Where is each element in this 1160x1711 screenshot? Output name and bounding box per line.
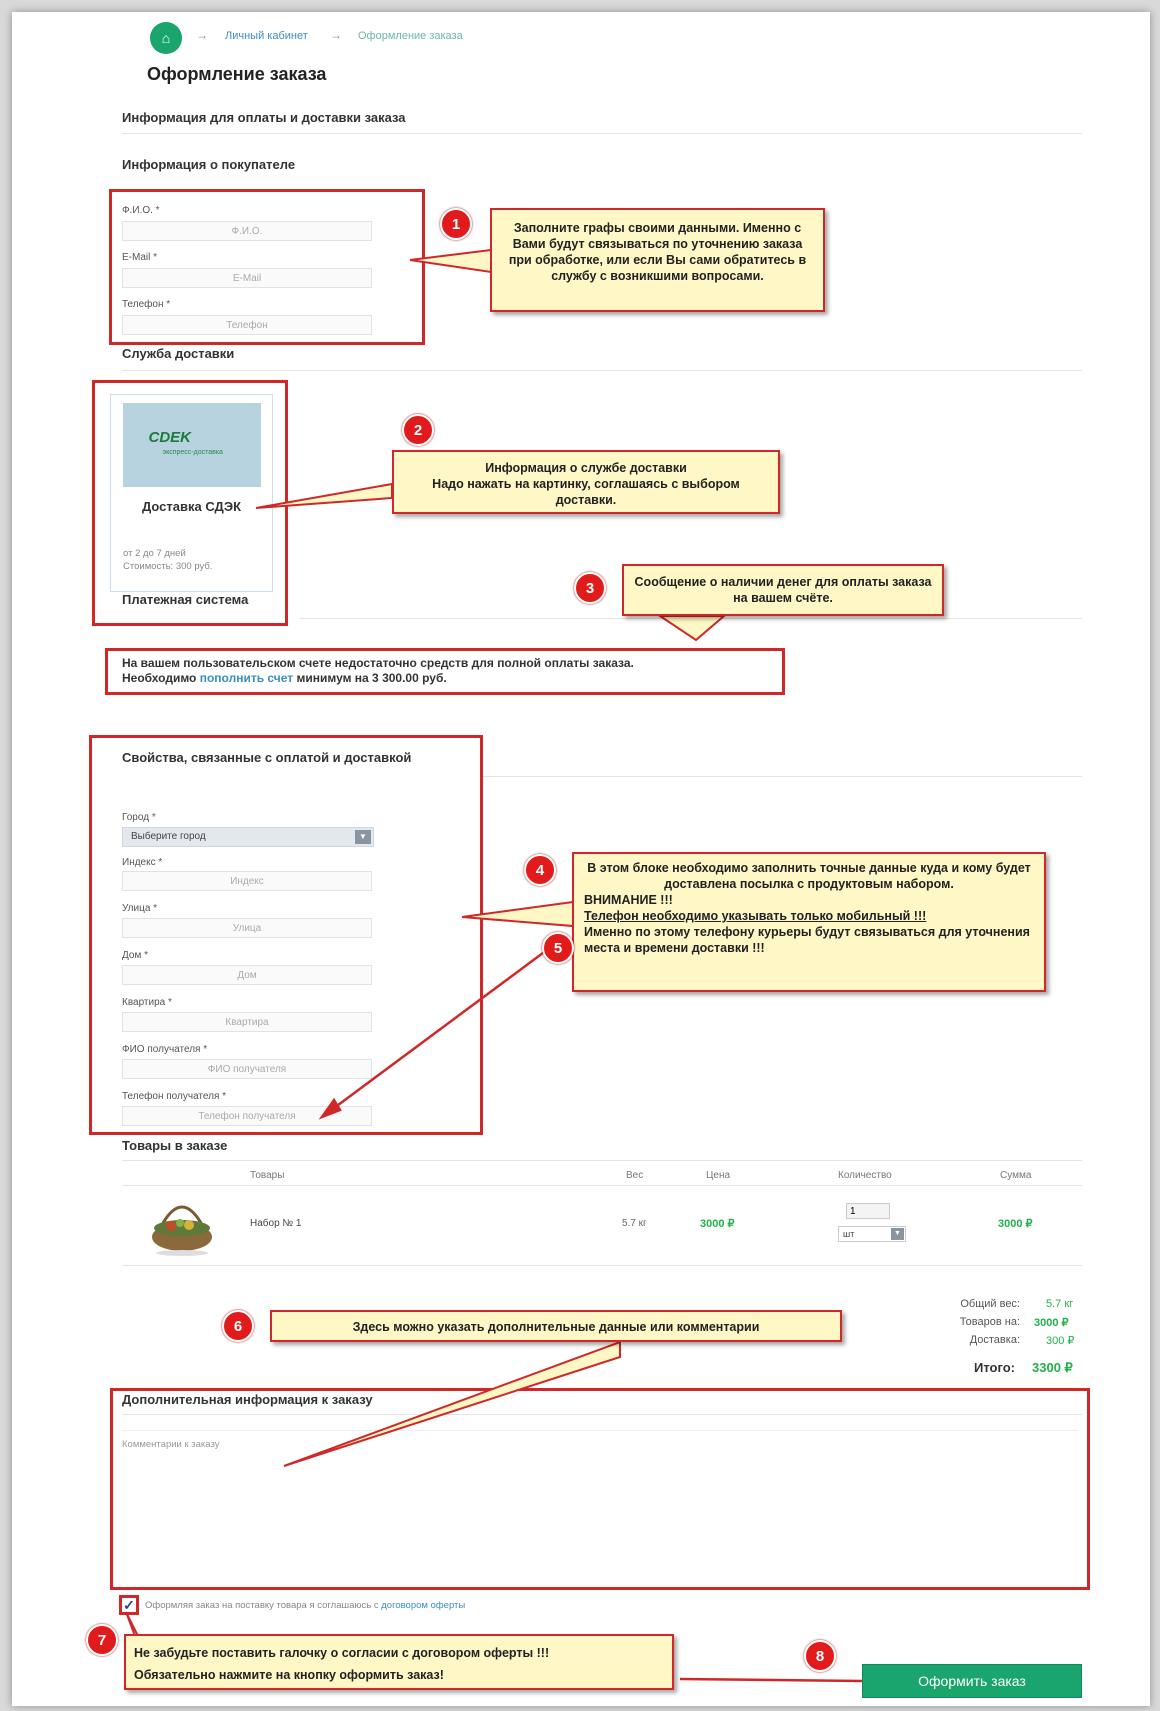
- divider: [122, 1414, 1082, 1415]
- summary-goods-value: 3000 ₽: [1034, 1317, 1069, 1329]
- note-2-line-a: Информация о службе доставки: [485, 461, 687, 475]
- summary-weight-label: Общий вес:: [960, 1298, 1020, 1310]
- summary-total-label: Итого:: [974, 1360, 1015, 1375]
- note-4-line-a: В этом блоке необходимо заполнить точные…: [587, 861, 1031, 891]
- quantity-input[interactable]: 1: [846, 1203, 890, 1219]
- breadcrumb-separator: →: [196, 28, 208, 42]
- annotation-box-properties: [89, 735, 483, 1135]
- payment-line-2: Необходимо пополнить счет минимум на 3 3…: [122, 671, 768, 686]
- divider: [122, 133, 1082, 134]
- divider: [300, 618, 1082, 619]
- note-7-line-b: Обязательно нажмите на кнопку оформить з…: [134, 1668, 444, 1682]
- order-comment-textarea[interactable]: Комментарии к заказу: [122, 1430, 1078, 1579]
- section-buyer-info: Информация о покупателе: [122, 157, 296, 172]
- divider: [122, 1265, 1082, 1266]
- summary-weight-value: 5.7 кг: [1046, 1298, 1074, 1310]
- product-image-basket[interactable]: [145, 1193, 220, 1258]
- section-extra-info: Дополнительная информация к заказу: [122, 1392, 373, 1407]
- breadcrumb-separator: →: [330, 28, 342, 42]
- note-4-line-c: Телефон необходимо указывать только моби…: [584, 909, 927, 923]
- step-badge-3: 3: [574, 572, 606, 604]
- step-badge-5: 5: [542, 932, 574, 964]
- agree-text-label: Оформляя заказ на поставку товара я согл…: [145, 1600, 382, 1611]
- divider: [122, 1185, 1082, 1186]
- agree-text: Оформляя заказ на поставку товара я согл…: [145, 1600, 465, 1611]
- top-up-link[interactable]: пополнить счет: [200, 671, 293, 685]
- col-header-quantity: Количество: [838, 1170, 892, 1181]
- note-2-line-b: Надо нажать на картинку, соглашаясь с вы…: [432, 477, 740, 507]
- step-badge-2: 2: [402, 414, 434, 446]
- step-badge-4: 4: [524, 854, 556, 886]
- unit-select-value: шт: [843, 1229, 855, 1239]
- summary-delivery-label: Доставка:: [969, 1334, 1020, 1346]
- step-badge-7: 7: [86, 1624, 118, 1656]
- annotation-box-buyer: [109, 189, 425, 345]
- payment-line-2-post: минимум на 3 300.00 руб.: [293, 671, 447, 685]
- col-header-sum: Сумма: [1000, 1170, 1032, 1181]
- col-header-weight: Вес: [626, 1170, 644, 1181]
- agree-checkbox[interactable]: ✓: [119, 1595, 139, 1615]
- section-delivery-service: Служба доставки: [122, 346, 235, 361]
- step-badge-1: 1: [440, 208, 472, 240]
- divider: [480, 776, 1082, 777]
- annotation-box-delivery: [92, 380, 288, 626]
- divider: [122, 370, 1082, 371]
- home-icon[interactable]: ⌂: [150, 22, 182, 54]
- note-4-line-d: Именно по этому телефону курьеры будут с…: [584, 925, 1030, 955]
- section-order-items: Товары в заказе: [122, 1138, 228, 1153]
- note-1-buyer-info: Заполните графы своими данными. Именно с…: [490, 208, 825, 312]
- unit-select[interactable]: шт ▼: [838, 1226, 906, 1242]
- step-badge-6: 6: [222, 1310, 254, 1342]
- col-header-price: Цена: [706, 1170, 731, 1181]
- step-badge-8: 8: [804, 1640, 836, 1672]
- section-payment-delivery-info: Информация для оплаты и доставки заказа: [122, 110, 406, 125]
- product-price: 3000 ₽: [700, 1218, 735, 1230]
- product-weight: 5.7 кг: [622, 1218, 647, 1229]
- payment-line-1: На вашем пользовательском счете недостат…: [122, 656, 634, 670]
- product-name-link[interactable]: Набор № 1: [250, 1218, 301, 1229]
- breadcrumb-current: Оформление заказа: [358, 30, 463, 42]
- page-title: Оформление заказа: [147, 64, 327, 84]
- note-4-line-b: ВНИМАНИЕ !!!: [584, 893, 673, 907]
- breadcrumb-cabinet-link[interactable]: Личный кабинет: [225, 30, 308, 42]
- col-header-goods: Товары: [250, 1170, 285, 1181]
- payment-line-2-pre: Необходимо: [122, 671, 200, 685]
- place-order-button[interactable]: Оформить заказ: [862, 1664, 1082, 1698]
- note-4-properties-info: В этом блоке необходимо заполнить точные…: [572, 852, 1046, 992]
- chevron-down-icon[interactable]: ▼: [891, 1228, 904, 1240]
- comment-placeholder: Комментарии к заказу: [122, 1439, 220, 1450]
- note-2-delivery-info: Информация о службе доставки Надо нажать…: [392, 450, 780, 514]
- note-7-line-a: Не забудьте поставить галочку о согласии…: [134, 1646, 550, 1660]
- note-6-comment-info: Здесь можно указать дополнительные данны…: [270, 1310, 842, 1342]
- payment-insufficient-message: На вашем пользовательском счете недостат…: [105, 648, 785, 695]
- offer-contract-link[interactable]: договором оферты: [381, 1600, 465, 1611]
- summary-total-value: 3300 ₽: [1032, 1360, 1073, 1375]
- divider: [122, 1160, 1082, 1161]
- note-7-agree-info: Не забудьте поставить галочку о согласии…: [124, 1634, 674, 1690]
- summary-goods-label: Товаров на:: [959, 1316, 1020, 1328]
- product-sum: 3000 ₽: [998, 1218, 1033, 1230]
- summary-delivery-value: 300 ₽: [1046, 1335, 1075, 1347]
- note-3-payment-info: Сообщение о наличии денег для оплаты зак…: [622, 564, 944, 616]
